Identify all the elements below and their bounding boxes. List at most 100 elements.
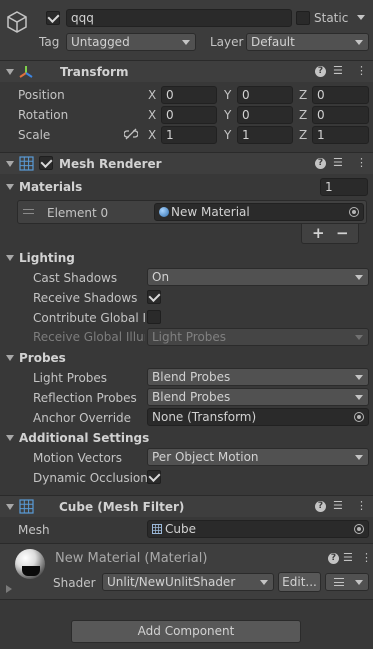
additional-settings-foldout-icon[interactable]: [6, 435, 14, 441]
contribute-gi-checkbox[interactable]: [147, 310, 161, 324]
cast-shadows-label: Cast Shadows: [33, 271, 118, 285]
position-y-label[interactable]: Y: [224, 87, 231, 103]
edit-shader-button[interactable]: Edit...: [278, 572, 321, 592]
static-checkbox[interactable]: [296, 11, 310, 25]
transform-header[interactable]: Transform ? ☰ ⋮: [0, 60, 373, 82]
preset-icon[interactable]: ☰: [333, 64, 343, 78]
rotation-x-label[interactable]: X: [148, 107, 156, 123]
position-x-label[interactable]: X: [148, 87, 156, 103]
material-sphere-icon: [159, 207, 169, 217]
mesh-field[interactable]: Cube: [147, 520, 369, 538]
anchor-override-label: Anchor Override: [33, 411, 132, 425]
preset-icon[interactable]: ☰: [343, 551, 353, 565]
scale-x-input[interactable]: 1: [161, 126, 217, 144]
object-picker-icon[interactable]: [354, 412, 364, 422]
cast-shadows-value: On: [152, 270, 170, 284]
light-probes-label: Light Probes: [33, 371, 108, 385]
position-z-input[interactable]: 0: [312, 86, 369, 104]
add-component-button[interactable]: Add Component: [71, 620, 301, 643]
position-label: Position: [18, 88, 65, 102]
add-element-button[interactable]: +: [312, 225, 325, 241]
materials-label: Materials: [19, 180, 83, 194]
mesh-label: Mesh: [18, 523, 50, 537]
foldout-arrow-icon[interactable]: [6, 504, 14, 510]
object-picker-icon[interactable]: [349, 207, 359, 217]
static-dropdown[interactable]: [356, 9, 370, 27]
help-icon[interactable]: ?: [315, 501, 326, 512]
lighting-label: Lighting: [19, 251, 75, 265]
context-menu-icon[interactable]: ⋮: [356, 156, 367, 170]
cast-shadows-dropdown[interactable]: On: [147, 268, 369, 286]
dynamic-occlusion-checkbox[interactable]: [147, 470, 161, 484]
foldout-arrow-icon[interactable]: [6, 69, 14, 75]
scale-z-label[interactable]: Z: [299, 127, 307, 143]
motion-vectors-label: Motion Vectors: [33, 451, 122, 465]
lighting-foldout-icon[interactable]: [6, 255, 14, 261]
materials-foldout-icon[interactable]: [6, 184, 14, 190]
layer-label: Layer: [210, 35, 244, 49]
scale-y-input[interactable]: 1: [237, 126, 293, 144]
shader-value: Unlit/NewUnlitShader: [107, 575, 236, 589]
scale-y-label[interactable]: Y: [224, 127, 231, 143]
anchor-override-value: None (Transform): [152, 410, 257, 424]
mesh-grid-icon: [152, 524, 162, 534]
list-icon-middle: [334, 582, 344, 583]
reflection-probes-dropdown[interactable]: Blend Probes: [147, 388, 369, 406]
rotation-z-label[interactable]: Z: [299, 107, 307, 123]
motion-vectors-value: Per Object Motion: [152, 450, 259, 464]
transform-title: Transform: [60, 65, 129, 79]
drag-handle-icon[interactable]: [23, 209, 34, 214]
receive-shadows-checkbox[interactable]: [147, 290, 161, 304]
light-probes-value: Blend Probes: [152, 370, 231, 384]
constrain-proportions-icon[interactable]: [124, 128, 138, 140]
tag-dropdown[interactable]: Untagged: [66, 33, 196, 51]
object-name-input[interactable]: qqq: [66, 9, 292, 27]
rotation-x-input[interactable]: 0: [161, 106, 217, 124]
tag-value: Untagged: [71, 35, 130, 49]
anchor-override-field[interactable]: None (Transform): [147, 408, 369, 426]
context-menu-icon[interactable]: ⋮: [356, 64, 367, 78]
contribute-gi-label: Contribute Global Illumination: [33, 311, 145, 325]
context-menu-icon[interactable]: ⋮: [356, 499, 367, 513]
help-icon[interactable]: ?: [315, 66, 326, 77]
position-x-input[interactable]: 0: [161, 86, 217, 104]
material-foldout-icon[interactable]: [6, 585, 12, 593]
cube-icon: [7, 11, 27, 33]
remove-element-button[interactable]: −: [336, 225, 349, 241]
list-buttons: [301, 224, 359, 244]
element-0-field[interactable]: New Material: [154, 203, 364, 221]
position-y-input[interactable]: 0: [237, 86, 293, 104]
receive-gi-label: Receive Global Illumination: [33, 330, 145, 344]
rotation-y-label[interactable]: Y: [224, 107, 231, 123]
motion-vectors-dropdown[interactable]: Per Object Motion: [147, 448, 369, 466]
help-icon[interactable]: ?: [315, 158, 326, 169]
probes-label: Probes: [19, 351, 66, 365]
foldout-arrow-icon[interactable]: [6, 161, 14, 167]
layer-dropdown[interactable]: Default: [246, 33, 369, 51]
material-title: New Material (Material): [55, 551, 208, 566]
light-probes-dropdown[interactable]: Blend Probes: [147, 368, 369, 386]
preset-icon[interactable]: ☰: [333, 499, 343, 513]
scale-label: Scale: [18, 128, 51, 142]
mesh-renderer-icon: [19, 156, 34, 171]
scale-z-input[interactable]: 1: [312, 126, 369, 144]
shader-dropdown[interactable]: Unlit/NewUnlitShader: [102, 573, 274, 591]
mesh-renderer-header[interactable]: Mesh Renderer ? ☰ ⋮: [0, 152, 373, 174]
static-label: Static: [314, 11, 349, 25]
rotation-label: Rotation: [18, 108, 69, 122]
object-picker-icon[interactable]: [354, 524, 364, 534]
materials-count-input[interactable]: 1: [320, 178, 368, 196]
rotation-z-input[interactable]: 0: [312, 106, 369, 124]
context-menu-icon[interactable]: ⋮: [361, 551, 372, 565]
shader-options-dropdown[interactable]: [325, 573, 369, 591]
rotation-y-input[interactable]: 0: [237, 106, 293, 124]
probes-foldout-icon[interactable]: [6, 355, 14, 361]
reflection-probes-label: Reflection Probes: [33, 391, 137, 405]
help-icon[interactable]: ?: [328, 553, 339, 564]
active-checkbox[interactable]: [46, 11, 60, 25]
position-z-label[interactable]: Z: [299, 87, 307, 103]
preset-icon[interactable]: ☰: [333, 156, 343, 170]
mesh-renderer-enabled-checkbox[interactable]: [39, 156, 53, 170]
scale-x-label[interactable]: X: [148, 127, 156, 143]
mesh-filter-header[interactable]: Cube (Mesh Filter) ? ☰ ⋮: [0, 495, 373, 517]
